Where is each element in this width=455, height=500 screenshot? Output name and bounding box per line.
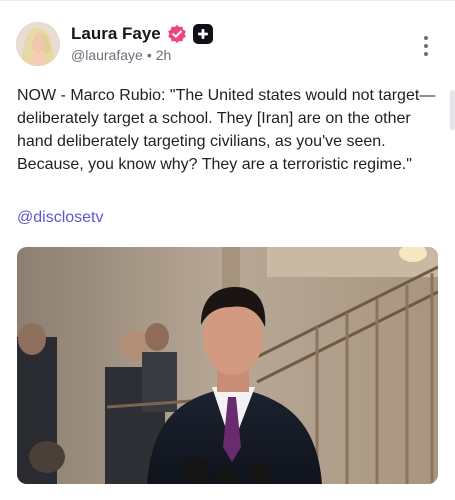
more-vertical-icon[interactable]: [419, 34, 433, 58]
post-meta: @laurafaye • 2h: [71, 47, 171, 63]
author-row: Laura Faye: [71, 24, 213, 44]
post-time[interactable]: 2h: [156, 47, 172, 63]
post-text: NOW - Marco Rubio: "The United states wo…: [17, 87, 436, 173]
meta-separator: •: [146, 47, 152, 63]
top-divider: [0, 0, 455, 1]
avatar[interactable]: [16, 22, 60, 66]
author-handle[interactable]: @laurafaye: [71, 47, 143, 63]
more-dot: [424, 44, 428, 48]
press-conference-photo: [17, 247, 438, 484]
plus-badge-icon: [192, 24, 213, 44]
avatar-image: [16, 22, 60, 66]
post-image[interactable]: [17, 247, 438, 484]
more-dot: [424, 36, 428, 40]
author-name[interactable]: Laura Faye: [71, 24, 161, 44]
more-dot: [424, 52, 428, 56]
verified-badge-icon: [167, 24, 187, 44]
scrollbar[interactable]: [450, 90, 455, 130]
mention-link[interactable]: @disclosetv: [17, 209, 104, 227]
